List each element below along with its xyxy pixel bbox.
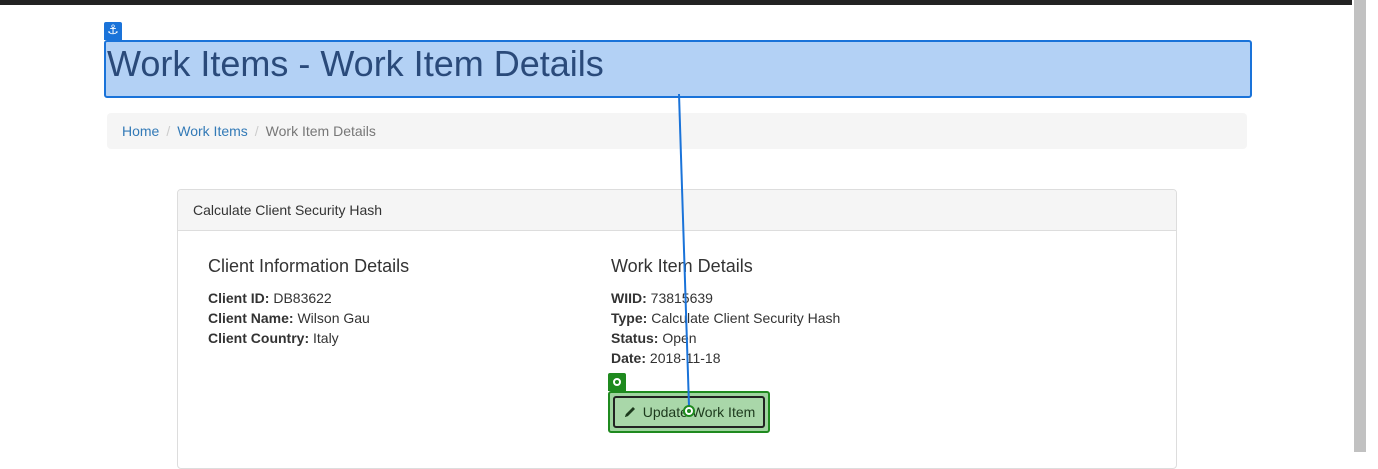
status-row: Status: Open — [611, 328, 840, 348]
field-label: WIID: — [611, 290, 647, 306]
breadcrumb-separator: / — [254, 123, 259, 139]
breadcrumb-current: Work Item Details — [265, 123, 376, 139]
field-label: Client ID: — [208, 290, 270, 306]
field-label: Type: — [611, 310, 648, 326]
anchor-icon: ⚓ — [104, 22, 122, 40]
scrollbar-thumb[interactable] — [1354, 0, 1366, 452]
field-label: Client Country: — [208, 330, 310, 346]
type-row: Type: Calculate Client Security Hash — [611, 308, 840, 328]
field-label: Status: — [611, 330, 659, 346]
wiid-value: 73815639 — [650, 290, 713, 306]
date-row: Date: 2018-11-18 — [611, 348, 840, 368]
wiid-row: WIID: 73815639 — [611, 288, 840, 308]
panel-heading: Calculate Client Security Hash — [178, 190, 1176, 231]
status-value: Open — [662, 330, 697, 346]
type-value: Calculate Client Security Hash — [651, 310, 841, 326]
update-work-item-label: Update Work Item — [642, 404, 756, 420]
client-info-section: Client Information Details Client ID: DB… — [208, 256, 409, 348]
target-icon — [608, 373, 626, 391]
client-country-value: Italy — [313, 330, 339, 346]
field-label: Date: — [611, 350, 647, 366]
breadcrumb-home-link[interactable]: Home — [122, 123, 159, 139]
client-id-row: Client ID: DB83622 — [208, 288, 409, 308]
breadcrumb-work-items-link[interactable]: Work Items — [177, 123, 248, 139]
pencil-icon — [624, 407, 635, 417]
breadcrumb-separator: / — [166, 123, 171, 139]
field-label: Client Name: — [208, 310, 294, 326]
top-bar — [0, 0, 1352, 5]
click-target-icon — [683, 405, 695, 417]
date-value: 2018-11-18 — [649, 350, 721, 366]
work-item-section: Work Item Details WIID: 73815639 Type: C… — [611, 256, 840, 368]
client-name-value: Wilson Gau — [297, 310, 370, 326]
page-title: Work Items - Work Item Details — [107, 43, 604, 84]
client-info-title: Client Information Details — [208, 256, 410, 276]
client-name-row: Client Name: Wilson Gau — [208, 308, 409, 328]
client-country-row: Client Country: Italy — [208, 328, 409, 348]
breadcrumb: Home / Work Items / Work Item Details — [107, 113, 1247, 149]
client-id-value: DB83622 — [273, 290, 332, 306]
work-item-title: Work Item Details — [611, 256, 753, 276]
